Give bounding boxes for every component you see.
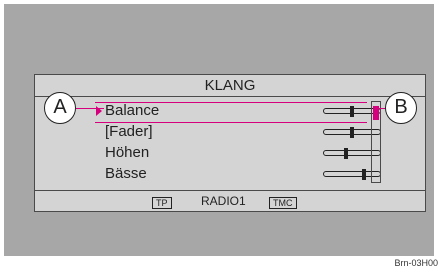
menu-title: KLANG (204, 77, 256, 94)
menu-item-label: [Fader] (105, 123, 153, 140)
display-bezel: KLANG Balance [Fader] Höhen Bässe TP RAD… (4, 4, 434, 256)
slider-knob[interactable] (350, 106, 354, 117)
menu-item-treble[interactable]: Höhen (105, 144, 405, 164)
menu-item-label: Bässe (105, 165, 147, 182)
tmc-indicator: TMC (269, 197, 297, 209)
selection-top-line (95, 102, 367, 103)
menu-item-fader[interactable]: [Fader] (105, 123, 405, 143)
callout-a-leader (76, 108, 104, 109)
slider-knob[interactable] (344, 148, 348, 159)
callout-b: B (385, 92, 417, 124)
title-divider (35, 96, 425, 97)
slider-knob[interactable] (350, 127, 354, 138)
menu-item-label: Höhen (105, 144, 150, 161)
source-label: RADIO1 (201, 194, 246, 208)
slider-knob[interactable] (362, 169, 366, 180)
sound-menu-screen: KLANG Balance [Fader] Höhen Bässe TP RAD… (34, 74, 426, 212)
menu-item-balance[interactable]: Balance (105, 102, 405, 122)
figure-id: Brn-03H00 (394, 258, 438, 268)
selection-bottom-line (95, 122, 367, 123)
tp-indicator: TP (152, 197, 172, 209)
callout-a: A (44, 92, 76, 124)
menu-item-bass[interactable]: Bässe (105, 165, 405, 185)
status-divider (35, 190, 425, 191)
menu-item-label: Balance (105, 102, 160, 119)
scrollbar[interactable] (371, 101, 381, 183)
